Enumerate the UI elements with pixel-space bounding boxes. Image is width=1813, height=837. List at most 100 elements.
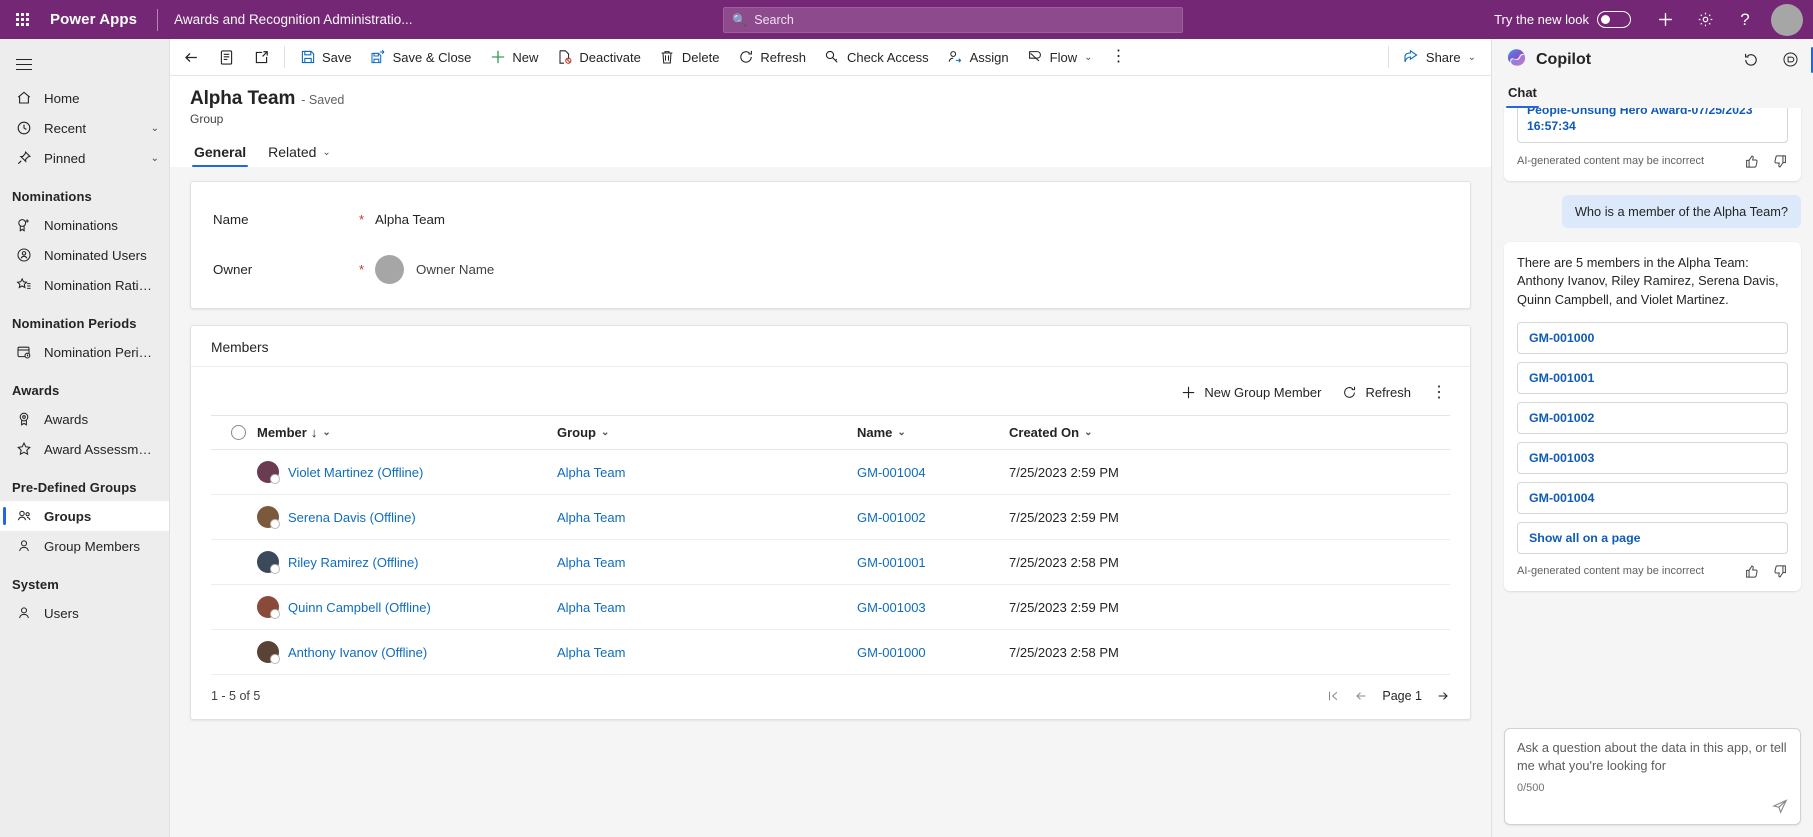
sidebar-item-recent[interactable]: Recent ⌄	[0, 113, 169, 143]
sidebar-item-nominations[interactable]: Nominations	[0, 210, 169, 240]
next-page-button[interactable]	[1436, 689, 1450, 703]
back-button[interactable]	[174, 42, 209, 72]
chevron-down-icon[interactable]: ⌄	[601, 427, 609, 438]
sidebar-item-users[interactable]: Users	[0, 598, 169, 628]
suggestion-chip[interactable]: GM-001004	[1517, 481, 1788, 514]
command-overflow-button[interactable]: ⋮	[1101, 42, 1135, 72]
sidebar-item-home[interactable]: Home	[0, 83, 169, 113]
member-link[interactable]: Quinn Campbell (Offline)	[288, 600, 431, 615]
first-page-button[interactable]	[1326, 689, 1340, 703]
group-link[interactable]: Alpha Team	[557, 600, 625, 615]
row-select-cell[interactable]	[211, 494, 257, 540]
row-select-cell[interactable]	[211, 629, 257, 675]
table-row[interactable]: Violet Martinez (Offline) Alpha Team GM-…	[211, 449, 1450, 495]
tab-chat[interactable]: Chat	[1506, 80, 1539, 108]
group-link[interactable]: Alpha Team	[557, 465, 625, 480]
suggestion-chip[interactable]: GM-001003	[1517, 441, 1788, 474]
member-link[interactable]: Anthony Ivanov (Offline)	[288, 645, 427, 660]
new-group-member-button[interactable]: New Group Member	[1171, 379, 1330, 406]
name-link[interactable]: GM-001003	[857, 600, 926, 615]
select-all-header[interactable]	[211, 415, 257, 450]
sidebar-item-group-members[interactable]: Group Members	[0, 531, 169, 561]
deactivate-button[interactable]: Deactivate	[547, 42, 649, 72]
send-icon[interactable]	[1772, 798, 1788, 818]
chevron-down-icon[interactable]: ⌄	[151, 153, 159, 164]
column-header-member[interactable]: Member ↓ ⌄	[257, 415, 557, 450]
save-and-close-button[interactable]: Save & Close	[361, 42, 481, 72]
sidebar-item-nomination-ratings[interactable]: Nomination Ratings	[0, 270, 169, 300]
owner-lookup[interactable]: Owner Name	[375, 254, 494, 284]
name-link[interactable]: GM-001001	[857, 555, 926, 570]
save-button[interactable]: Save	[290, 42, 361, 72]
sidebar-item-groups[interactable]: Groups	[0, 501, 169, 531]
chevron-down-icon[interactable]: ⌄	[1084, 52, 1092, 63]
suggestion-chip[interactable]: GM-001001	[1517, 361, 1788, 394]
row-select-cell[interactable]	[211, 584, 257, 630]
flow-button[interactable]: Flow ⌄	[1018, 42, 1102, 72]
suggestion-chip[interactable]: GM-001000	[1517, 321, 1788, 354]
table-row[interactable]: Quinn Campbell (Offline) Alpha Team GM-0…	[211, 584, 1450, 630]
sidebar-item-awards[interactable]: Awards	[0, 404, 169, 434]
popout-button[interactable]	[244, 42, 279, 72]
subgrid-overflow-button[interactable]: ⋮	[1422, 380, 1456, 406]
name-link[interactable]: GM-001002	[857, 510, 926, 525]
subgrid-refresh-button[interactable]: Refresh	[1332, 379, 1420, 406]
help-icon[interactable]: ?	[1725, 0, 1765, 39]
chevron-down-icon[interactable]: ⌄	[322, 427, 330, 438]
tab-related[interactable]: Related ⌄	[266, 138, 333, 167]
name-link[interactable]: GM-001004	[857, 465, 926, 480]
thumbs-up-icon[interactable]	[1744, 154, 1759, 169]
thumbs-down-icon[interactable]	[1773, 564, 1788, 579]
column-header-created-on[interactable]: Created On ⌄	[1009, 415, 1450, 450]
group-link[interactable]: Alpha Team	[557, 645, 625, 660]
previous-page-button[interactable]	[1354, 689, 1368, 703]
chevron-down-icon[interactable]: ⌄	[151, 123, 159, 134]
tab-general[interactable]: General	[192, 138, 249, 167]
row-select-cell[interactable]	[211, 539, 257, 585]
sidebar-item-nomination-periods[interactable]: Nomination Periods	[0, 337, 169, 367]
refresh-button[interactable]: Refresh	[728, 42, 815, 72]
copilot-input-box[interactable]: Ask a question about the data in this ap…	[1504, 728, 1801, 825]
assign-button[interactable]: Assign	[938, 42, 1018, 72]
sidebar-toggle-icon[interactable]	[2, 45, 46, 83]
table-row[interactable]: Serena Davis (Offline) Alpha Team GM-001…	[211, 494, 1450, 540]
thumbs-up-icon[interactable]	[1744, 564, 1759, 579]
show-all-on-page-button[interactable]: Show all on a page	[1517, 521, 1788, 554]
thumbs-down-icon[interactable]	[1773, 154, 1788, 169]
citation-link[interactable]: People-Unsung Hero Award-07/25/2023 16:5…	[1517, 108, 1788, 143]
gear-icon[interactable]	[1685, 0, 1725, 39]
chevron-down-icon[interactable]: ⌄	[1468, 52, 1476, 63]
chevron-down-icon[interactable]: ⌄	[897, 427, 905, 438]
app-launcher-icon[interactable]	[0, 0, 44, 39]
brand-title[interactable]: Power Apps	[44, 11, 137, 28]
search-input[interactable]: 🔍 Search	[723, 6, 1184, 33]
delete-button[interactable]: Delete	[650, 42, 729, 72]
chevron-down-icon[interactable]: ⌄	[1084, 427, 1092, 438]
group-link[interactable]: Alpha Team	[557, 555, 625, 570]
group-link[interactable]: Alpha Team	[557, 510, 625, 525]
add-icon[interactable]	[1645, 0, 1685, 39]
select-all-checkbox[interactable]	[231, 425, 246, 440]
suggestion-chip[interactable]: GM-001002	[1517, 401, 1788, 434]
sidebar-item-pinned[interactable]: Pinned ⌄	[0, 143, 169, 173]
member-link[interactable]: Riley Ramirez (Offline)	[288, 555, 419, 570]
check-access-button[interactable]: Check Access	[815, 42, 938, 72]
user-avatar[interactable]	[1771, 3, 1803, 36]
table-row[interactable]: Anthony Ivanov (Offline) Alpha Team GM-0…	[211, 629, 1450, 675]
name-link[interactable]: GM-001000	[857, 645, 926, 660]
name-input[interactable]: Alpha Team	[375, 212, 445, 227]
new-look-toggle[interactable]	[1597, 11, 1631, 28]
app-name[interactable]: Awards and Recognition Administratio...	[174, 12, 412, 27]
new-button[interactable]: New	[480, 42, 547, 72]
chevron-down-icon[interactable]: ⌄	[322, 147, 330, 158]
share-button[interactable]: Share ⌄	[1394, 42, 1485, 72]
sidebar-item-nominated-users[interactable]: Nominated Users	[0, 240, 169, 270]
sidebar-item-award-assessment[interactable]: Award Assessment R...	[0, 434, 169, 464]
column-header-name[interactable]: Name ⌄	[857, 415, 1009, 450]
column-header-group[interactable]: Group ⌄	[557, 415, 857, 450]
history-icon[interactable]	[1736, 45, 1766, 75]
table-row[interactable]: Riley Ramirez (Offline) Alpha Team GM-00…	[211, 539, 1450, 585]
form-selector-button[interactable]	[209, 42, 244, 72]
member-link[interactable]: Violet Martinez (Offline)	[288, 465, 423, 480]
row-select-cell[interactable]	[211, 449, 257, 495]
